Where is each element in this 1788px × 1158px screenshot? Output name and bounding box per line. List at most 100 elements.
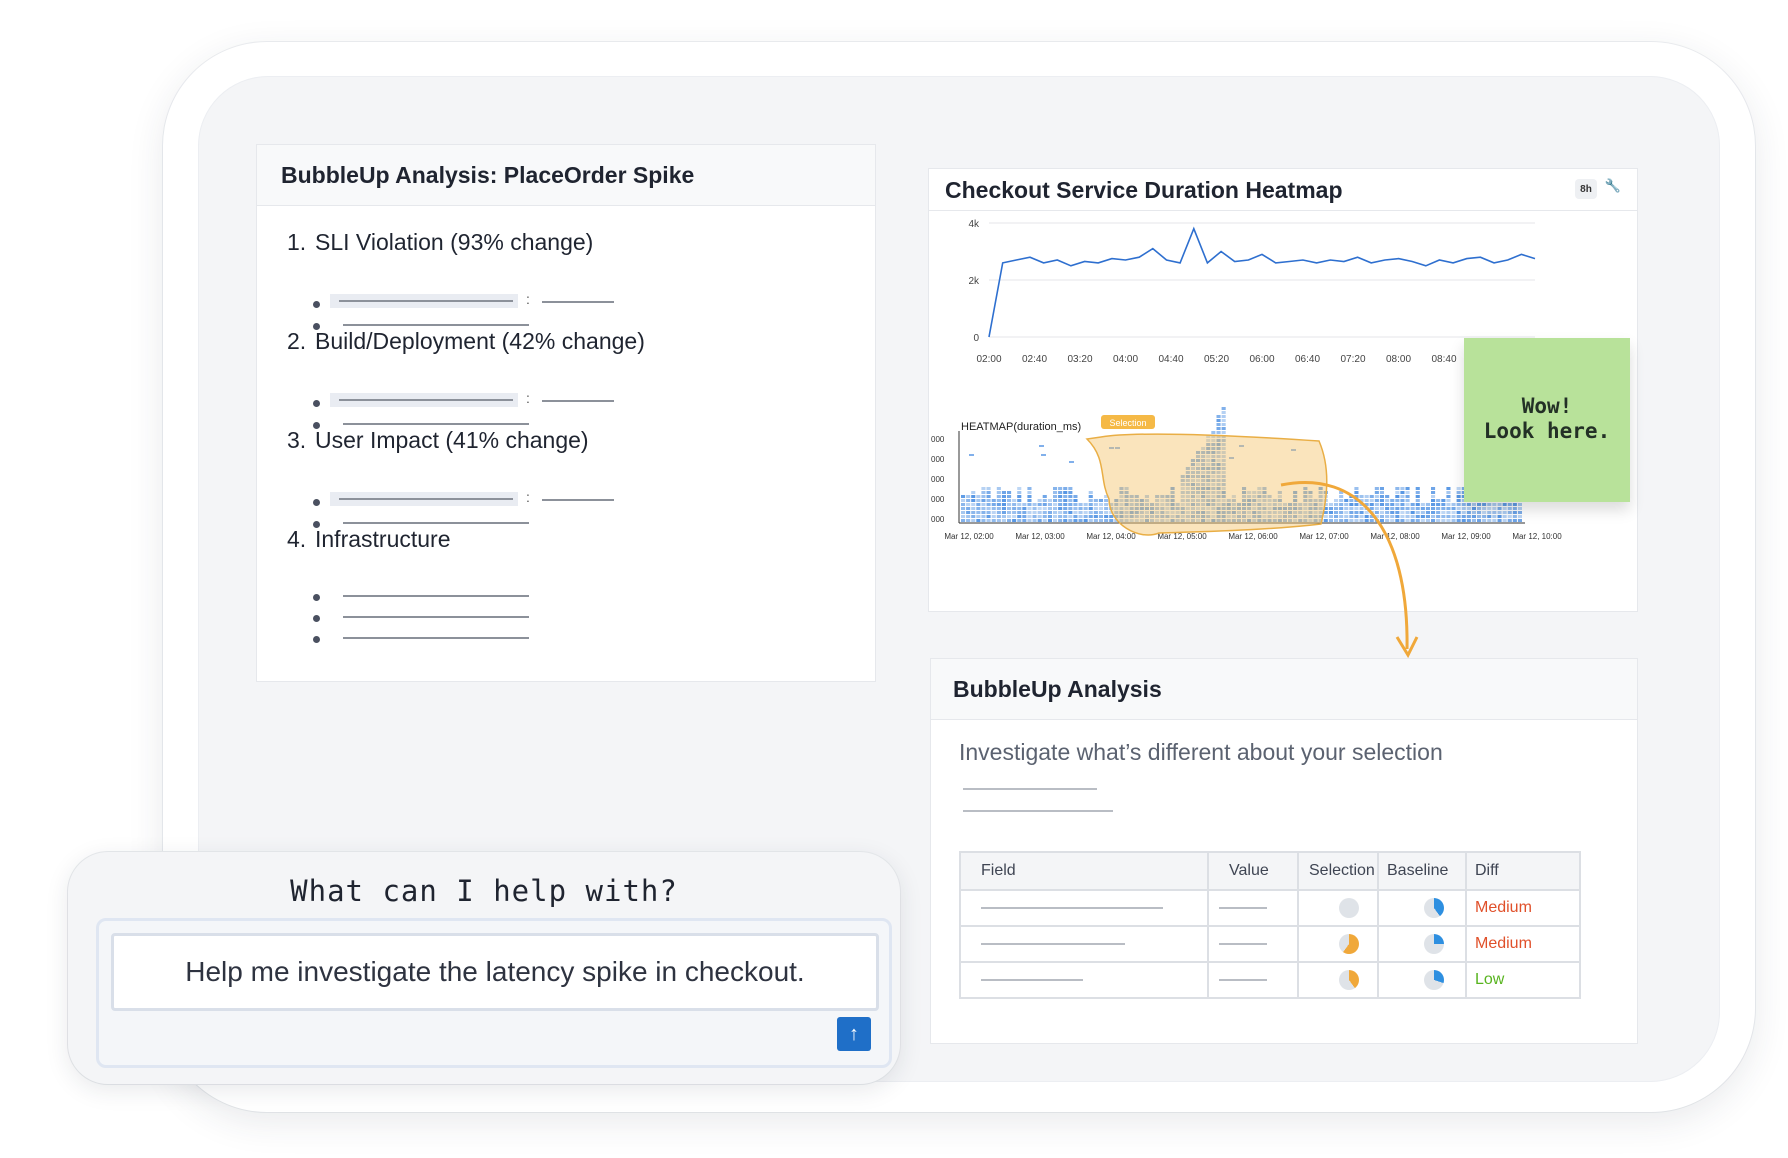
heatmap-cell — [976, 499, 981, 502]
placeholder-line — [343, 637, 529, 639]
x-tick-label: 04:40 — [1158, 354, 1183, 365]
heatmap-cell — [1058, 503, 1063, 506]
heatmap-cell — [961, 499, 966, 502]
summary-item-user-impact[interactable]: 3. User Impact (41% change) — [287, 427, 589, 454]
column-header-selection[interactable]: Selection — [1297, 851, 1379, 891]
heatmap-cell — [1379, 503, 1384, 506]
heatmap-cell — [1063, 515, 1068, 518]
heatmap-cell — [1109, 519, 1114, 522]
heatmap-cell — [1425, 511, 1430, 514]
heatmap-cell — [1042, 507, 1047, 510]
heatmap-cell — [1379, 499, 1384, 502]
heatmap-cell — [996, 507, 1001, 510]
heatmap-cell — [1053, 491, 1058, 494]
summary-item-build[interactable]: 2. Build/Deployment (42% change) — [287, 328, 645, 355]
heatmap-cell — [991, 507, 996, 510]
heatmap-cell — [1017, 499, 1022, 502]
separator: : — [526, 489, 530, 505]
table-row[interactable]: Medium — [959, 925, 1581, 963]
heatmap-cell — [1436, 515, 1441, 518]
heatmap-cell — [1042, 515, 1047, 518]
table-row[interactable]: Low — [959, 961, 1581, 999]
column-header-value[interactable]: Value — [1207, 851, 1299, 891]
heatmap-cell — [1466, 519, 1471, 522]
heatmap-cell — [1395, 487, 1400, 490]
heatmap-y-tick-label: 000 — [931, 455, 945, 464]
heatmap-cell — [1063, 499, 1068, 502]
heatmap-cell — [1104, 507, 1109, 510]
heatmap-cell — [1017, 511, 1022, 514]
table-row[interactable]: Medium — [959, 889, 1581, 927]
heatmap-cell — [1395, 503, 1400, 506]
x-tick-label: 04:00 — [1113, 354, 1138, 365]
baseline-pie-icon — [1424, 898, 1444, 918]
heatmap-cell — [1017, 487, 1022, 490]
heatmap-cell — [1517, 507, 1522, 510]
heatmap-cell — [1379, 511, 1384, 514]
heatmap-cell — [1058, 491, 1063, 494]
heatmap-cell — [1364, 511, 1369, 514]
summary-item-infrastructure[interactable]: 4. Infrastructure — [287, 526, 451, 553]
x-tick-label: 06:00 — [1249, 354, 1274, 365]
heatmap-cell — [1466, 507, 1471, 510]
heatmap-cell — [1083, 515, 1088, 518]
heatmap-cell — [1221, 407, 1226, 410]
heatmap-cell — [1379, 515, 1384, 518]
heatmap-cell — [1063, 491, 1068, 494]
column-header-diff[interactable]: Diff — [1465, 851, 1581, 891]
chat-input[interactable]: Help me investigate the latency spike in… — [111, 933, 879, 1011]
heatmap-cell — [1441, 511, 1446, 514]
placeholder-line — [343, 616, 529, 618]
heatmap-cell — [1053, 503, 1058, 506]
heatmap-cell — [1390, 515, 1395, 518]
heatmap-cell — [1471, 515, 1476, 518]
heatmap-cell — [1410, 507, 1415, 510]
heatmap-cell — [1354, 515, 1359, 518]
heatmap-cell — [1328, 503, 1333, 506]
heatmap-cell — [1047, 511, 1052, 514]
heatmap-cell — [1461, 503, 1466, 506]
heatmap-cell — [1032, 519, 1037, 522]
heatmap-cell — [1063, 487, 1068, 490]
heatmap-cell — [1517, 503, 1522, 506]
heatmap-cell — [1339, 515, 1344, 518]
heatmap-cell — [1017, 515, 1022, 518]
diff-label: Low — [1475, 971, 1505, 988]
column-header-baseline[interactable]: Baseline — [1377, 851, 1467, 891]
heatmap-cell — [1502, 515, 1507, 518]
selection-pie-icon — [1339, 934, 1359, 954]
placeholder-line — [339, 399, 513, 401]
heatmap-cell — [1349, 511, 1354, 514]
selection-cell — [1297, 961, 1379, 999]
y-tick-label: 4k — [968, 219, 980, 230]
heatmap-cell — [1456, 495, 1461, 498]
heatmap-cell — [1400, 511, 1405, 514]
heatmap-cell — [976, 511, 981, 514]
heatmap-cell — [1088, 495, 1093, 498]
heatmap-cell — [1446, 495, 1451, 498]
column-header-field[interactable]: Field — [959, 851, 1209, 891]
item-label: Build/Deployment (42% change) — [315, 328, 645, 354]
heatmap-cell — [1349, 503, 1354, 506]
heatmap-cell — [1410, 515, 1415, 518]
placeholder-line — [343, 595, 529, 597]
heatmap-cell — [1415, 495, 1420, 498]
heatmap-cell — [1078, 511, 1083, 514]
heatmap-cell — [1073, 511, 1078, 514]
heatmap-cell — [1497, 511, 1502, 514]
heatmap-cell — [1446, 499, 1451, 502]
summary-item-sli[interactable]: 1. SLI Violation (93% change) — [287, 229, 593, 256]
heatmap-cell — [1487, 507, 1492, 510]
send-button[interactable]: ↑ — [837, 1017, 871, 1051]
heatmap-cell — [1058, 499, 1063, 502]
heatmap-cell — [1344, 499, 1349, 502]
heatmap-cell — [1425, 515, 1430, 518]
heatmap-cell — [1349, 507, 1354, 510]
heatmap-cell — [1436, 507, 1441, 510]
heatmap-cell — [986, 491, 991, 494]
heatmap-cell — [1456, 507, 1461, 510]
heatmap-cell — [1405, 519, 1410, 522]
x-tick-label: 06:40 — [1295, 354, 1320, 365]
heatmap-cell — [1456, 487, 1461, 490]
heatmap-cell — [1502, 503, 1507, 506]
